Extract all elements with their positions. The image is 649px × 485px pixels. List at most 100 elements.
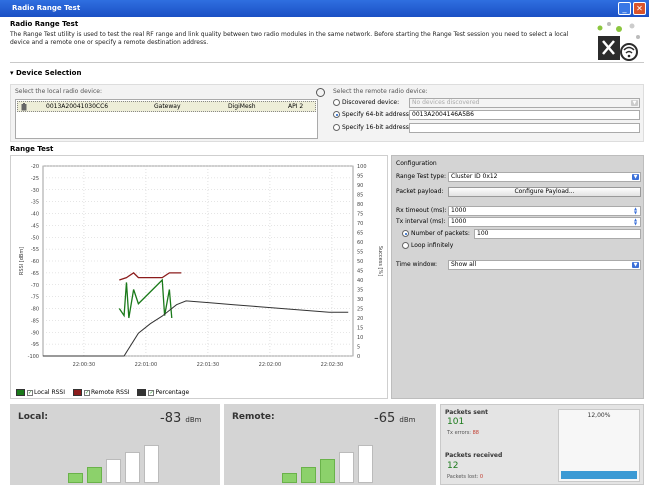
y-right-tick-label: 0	[357, 354, 360, 360]
number-of-packets-input[interactable]: 100	[474, 229, 641, 239]
spinner-icon[interactable]: ▲ ▼	[634, 218, 639, 226]
y-right-tick-label: 80	[357, 202, 363, 208]
legend-percentage[interactable]: ✓ Percentage	[137, 388, 189, 398]
configure-payload-button[interactable]: Configure Payload...	[448, 187, 641, 197]
page-title: Radio Range Test	[10, 20, 79, 28]
spinner-icon[interactable]: ▲ ▼	[634, 207, 639, 215]
test-type-select[interactable]: Cluster ID 0x12 ▼	[448, 172, 641, 182]
discovered-device-select[interactable]: No devices discovered ▼	[409, 98, 640, 108]
page-description: The Range Test utility is used to test t…	[10, 31, 569, 46]
y-right-tick-label: 70	[357, 221, 363, 227]
local-device-address: 0013A20041030CC6	[46, 103, 109, 110]
dropdown-arrow-icon: ▼	[632, 174, 639, 180]
remote-rssi-panel: Remote: -65 dBm	[224, 404, 436, 485]
packets-lost: Packets lost: 0	[447, 474, 484, 480]
y-right-tick-label: 55	[357, 250, 363, 256]
test-type-label: Range Test type:	[396, 173, 447, 180]
y-tick-label: -35	[31, 200, 39, 206]
specify-16bit-option[interactable]: Specify 16-bit address:	[333, 123, 411, 133]
legend-swatch	[72, 389, 82, 396]
y-tick-label: -75	[31, 295, 39, 301]
number-of-packets-radio[interactable]	[402, 230, 409, 237]
device-selection-panel: Select the local radio device: 0013A2004…	[10, 84, 644, 142]
y-right-tick-label: 100	[357, 164, 367, 170]
number-of-packets-option[interactable]: Number of packets:	[402, 229, 470, 239]
specify-16bit-radio[interactable]	[333, 124, 340, 131]
range-test-title: Range Test	[10, 145, 54, 153]
loop-infinitely-radio[interactable]	[402, 242, 409, 249]
device-icon	[21, 103, 27, 115]
configuration-panel: Configuration Range Test type: Cluster I…	[391, 155, 644, 399]
y-right-tick-label: 50	[357, 259, 363, 265]
specify-64bit-radio[interactable]	[333, 111, 340, 118]
y-right-tick-label: 90	[357, 183, 363, 189]
signal-bar	[339, 452, 354, 483]
time-window-label: Time window:	[396, 261, 438, 268]
x-tick-label: 22:02:00	[259, 362, 281, 368]
signal-bar	[301, 467, 316, 483]
divider	[10, 62, 644, 63]
remote-rssi-value: -65 dBm	[374, 411, 416, 426]
y-right-tick-label: 60	[357, 240, 363, 246]
local-device-row[interactable]: 0013A20041030CC6 Gateway DigiMesh API 2	[17, 101, 316, 112]
local-device-list[interactable]: 0013A20041030CC6 Gateway DigiMesh API 2	[15, 99, 318, 139]
y-right-tick-label: 30	[357, 297, 363, 303]
packets-sent-value: 101	[447, 417, 465, 427]
y-tick-label: -100	[28, 354, 39, 360]
x-tick-label: 22:01:30	[197, 362, 219, 368]
legend-remote-rssi[interactable]: ✓ Remote RSSI	[72, 388, 130, 398]
legend-local-rssi[interactable]: ✓ Local RSSI	[16, 388, 65, 398]
y-tick-label: -60	[31, 259, 39, 265]
y-right-tick-label: 10	[357, 335, 363, 341]
close-button[interactable]: ✕	[633, 2, 646, 15]
y-right-tick-label: 40	[357, 278, 363, 284]
packets-received-label: Packets received	[445, 452, 503, 459]
legend-checkbox[interactable]: ✓	[27, 389, 33, 396]
tx-interval-input[interactable]: 1000 ▲ ▼	[448, 217, 641, 227]
y-right-axis-label: Success [%]	[377, 246, 383, 276]
y-tick-label: -55	[31, 247, 39, 253]
y-right-tick-label: 5	[357, 345, 360, 351]
legend-checkbox[interactable]: ✓	[148, 389, 155, 396]
remote-rssi-label: Remote:	[232, 412, 275, 422]
loop-infinitely-option[interactable]: Loop infinitely	[402, 241, 453, 251]
local-rssi-label: Local:	[18, 412, 49, 422]
discovered-radio[interactable]	[333, 99, 340, 106]
tx-interval-label: Tx interval (ms):	[396, 218, 446, 225]
local-device-api: API 2	[288, 103, 304, 110]
packets-sent-label: Packets sent	[445, 409, 489, 416]
chart-legend: ✓ Local RSSI ✓ Remote RSSI ✓ Percentage	[16, 388, 195, 398]
success-percentage-track	[561, 416, 637, 479]
signal-bar	[144, 445, 159, 483]
y-tick-label: -80	[31, 307, 39, 313]
y-tick-label: -70	[31, 283, 39, 289]
y-right-tick-label: 65	[357, 231, 363, 237]
device-selection-title[interactable]: ▾ Device Selection	[10, 69, 81, 77]
y-tick-label: -50	[31, 235, 39, 241]
time-window-select[interactable]: Show all ▼	[448, 260, 641, 270]
y-right-tick-label: 45	[357, 269, 363, 275]
y-right-tick-label: 75	[357, 212, 363, 218]
local-device-caption: Select the local radio device:	[15, 88, 102, 95]
rx-timeout-input[interactable]: 1000 ▲ ▼	[448, 206, 641, 216]
y-tick-label: -85	[31, 318, 39, 324]
signal-bar	[125, 452, 140, 483]
configuration-title: Configuration	[396, 160, 437, 167]
specify-64bit-option[interactable]: Specify 64-bit address:	[333, 110, 411, 120]
tx-errors: Tx errors: 88	[447, 430, 479, 436]
refresh-icon[interactable]	[316, 88, 325, 97]
plot-frame	[42, 165, 354, 357]
signal-bar	[68, 473, 83, 483]
minimize-button[interactable]: _	[618, 2, 631, 15]
address-64bit-input[interactable]: 0013A2004146A5B6	[409, 110, 640, 120]
remote-device-caption: Select the remote radio device:	[333, 88, 428, 95]
y-tick-label: -65	[31, 271, 39, 277]
x-tick-label: 22:01:00	[135, 362, 157, 368]
legend-checkbox[interactable]: ✓	[83, 389, 90, 396]
y-axis-label: RSSI [dBm]	[19, 247, 25, 275]
y-tick-label: -90	[31, 330, 39, 336]
address-16bit-input[interactable]	[409, 123, 640, 133]
discovered-device-option[interactable]: Discovered device:	[333, 98, 399, 108]
x-tick-label: 22:02:30	[321, 362, 343, 368]
window-title: Radio Range Test	[12, 4, 81, 12]
